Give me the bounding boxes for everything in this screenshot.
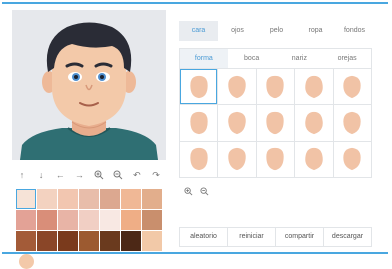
color-swatch[interactable] <box>100 189 120 209</box>
subtab-boca[interactable]: boca <box>228 49 276 68</box>
face-shape-option[interactable] <box>218 69 257 106</box>
color-swatch[interactable] <box>79 210 99 230</box>
face-shape-option[interactable] <box>218 141 257 178</box>
random-button[interactable]: aleatorio <box>180 228 228 246</box>
zoom-out-icon[interactable] <box>110 167 126 183</box>
face-shape-option[interactable] <box>256 141 296 178</box>
color-swatch[interactable] <box>121 189 141 209</box>
tab-ropa[interactable]: ropa <box>296 21 335 41</box>
subtab-orejas[interactable]: orejas <box>323 49 371 68</box>
face-shape-icon <box>305 111 323 135</box>
zoom-in-icon[interactable] <box>91 167 107 183</box>
face-shape-icon <box>343 75 361 98</box>
zoom-in-icon[interactable] <box>182 185 194 197</box>
arrow-down-icon[interactable]: ↓ <box>33 167 49 183</box>
action-bar: aleatorio reiniciar compartir descargar <box>179 227 372 247</box>
color-swatch[interactable] <box>142 189 162 209</box>
color-swatch[interactable] <box>142 210 162 230</box>
face-shape-option[interactable] <box>180 105 219 142</box>
color-swatch[interactable] <box>121 210 141 230</box>
face-shape-icon <box>266 75 285 98</box>
face-shape-icon <box>266 148 285 171</box>
color-swatch[interactable] <box>16 189 36 209</box>
share-button[interactable]: compartir <box>276 228 324 246</box>
undo-icon[interactable]: ↶ <box>129 167 145 183</box>
grid-zoom-controls <box>182 185 212 197</box>
redo-icon[interactable]: ↷ <box>148 167 164 183</box>
tab-pelo[interactable]: pelo <box>257 21 296 41</box>
arrow-up-icon[interactable]: ↑ <box>14 167 30 183</box>
face-shape-icon <box>343 111 361 135</box>
color-swatch[interactable] <box>37 231 57 251</box>
face-shape-option[interactable] <box>218 105 257 142</box>
color-swatch[interactable] <box>37 189 57 209</box>
avatar-maker-frame: ↑ ↓ ← → ↶ ↷ cara ojos pelo ropa fondos f… <box>2 2 388 269</box>
color-swatch[interactable] <box>37 210 57 230</box>
color-swatch[interactable] <box>121 231 141 251</box>
color-swatch[interactable] <box>100 231 120 251</box>
face-shape-icon <box>190 148 208 171</box>
subtab-nariz[interactable]: nariz <box>276 49 324 68</box>
face-subtabs: forma boca nariz orejas <box>179 48 372 68</box>
skin-color-palette <box>16 189 166 269</box>
color-swatch[interactable] <box>58 231 78 251</box>
color-swatch[interactable] <box>58 210 78 230</box>
reset-button[interactable]: reiniciar <box>228 228 276 246</box>
zoom-out-icon[interactable] <box>198 185 210 197</box>
category-tabs: cara ojos pelo ropa fondos <box>179 21 374 41</box>
download-button[interactable]: descargar <box>324 228 371 246</box>
color-swatch[interactable] <box>142 231 162 251</box>
face-shape-option[interactable] <box>256 105 296 142</box>
avatar-image <box>20 22 158 160</box>
face-shape-option[interactable] <box>333 69 372 106</box>
face-shape-icon <box>228 75 246 98</box>
face-shape-option[interactable] <box>295 141 334 178</box>
tab-fondos[interactable]: fondos <box>335 21 374 41</box>
face-shape-option[interactable] <box>333 141 372 178</box>
transform-toolbar: ↑ ↓ ← → ↶ ↷ <box>14 167 164 183</box>
color-swatch[interactable] <box>16 210 36 230</box>
color-swatch[interactable] <box>58 189 78 209</box>
color-swatch[interactable] <box>16 231 36 251</box>
face-shape-icon <box>190 75 208 98</box>
face-shape-icon <box>228 148 246 171</box>
avatar-preview <box>12 10 166 160</box>
arrow-left-icon[interactable]: ← <box>52 167 68 183</box>
face-shape-option[interactable] <box>333 105 372 142</box>
face-shape-icon <box>190 111 208 135</box>
color-swatch[interactable] <box>79 231 99 251</box>
subtab-forma[interactable]: forma <box>180 49 228 68</box>
color-swatch[interactable] <box>79 189 99 209</box>
face-shape-option[interactable] <box>180 69 219 106</box>
face-shape-option[interactable] <box>295 105 334 142</box>
face-shape-icon <box>228 111 246 135</box>
face-shape-grid <box>179 68 372 178</box>
face-shape-option[interactable] <box>180 141 219 178</box>
face-shape-icon <box>305 75 323 98</box>
face-shape-icon <box>266 111 285 135</box>
face-shape-option[interactable] <box>295 69 334 106</box>
face-shape-icon <box>305 148 323 171</box>
face-shape-icon <box>343 148 361 171</box>
face-shape-option[interactable] <box>256 69 296 106</box>
current-skin-tone[interactable] <box>19 254 34 269</box>
arrow-right-icon[interactable]: → <box>71 167 87 183</box>
tab-cara[interactable]: cara <box>179 21 218 41</box>
color-swatch[interactable] <box>100 210 120 230</box>
tab-ojos[interactable]: ojos <box>218 21 257 41</box>
